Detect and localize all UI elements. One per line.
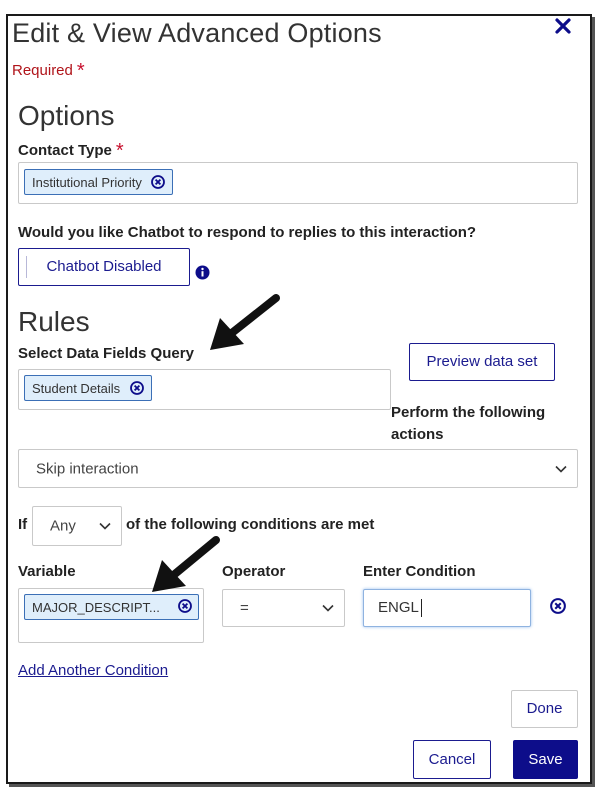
match-type-value: Any bbox=[50, 517, 76, 535]
variable-chip-label: MAJOR_DESCRIPT... bbox=[32, 600, 160, 615]
annotation-arrow-icon bbox=[152, 536, 220, 592]
remove-chip-icon[interactable] bbox=[178, 599, 192, 613]
action-select[interactable]: Skip interaction bbox=[18, 449, 578, 488]
chatbot-question: Would you like Chatbot to respond to rep… bbox=[18, 224, 477, 241]
conditions-text: of the following conditions are met bbox=[126, 516, 375, 533]
query-chip-label: Student Details bbox=[32, 381, 121, 396]
contact-type-field[interactable]: Institutional Priority bbox=[18, 162, 578, 204]
required-star: * bbox=[76, 60, 85, 82]
required-label: Required bbox=[12, 62, 73, 79]
cancel-button[interactable]: Cancel bbox=[413, 740, 491, 779]
toggle-divider bbox=[26, 256, 27, 278]
perform-actions-label: Perform the following actions bbox=[391, 404, 546, 443]
query-label: Select Data Fields Query bbox=[18, 345, 194, 362]
required-note: Required * bbox=[12, 58, 85, 82]
action-select-value: Skip interaction bbox=[36, 460, 139, 477]
remove-chip-icon[interactable] bbox=[151, 174, 166, 189]
close-icon[interactable] bbox=[553, 16, 573, 36]
remove-chip-icon[interactable] bbox=[129, 380, 144, 395]
variable-field[interactable]: MAJOR_DESCRIPT... bbox=[18, 588, 204, 643]
text-cursor bbox=[421, 599, 422, 617]
preview-data-set-button[interactable]: Preview data set bbox=[409, 343, 555, 381]
contact-type-label: Contact Type * bbox=[18, 138, 124, 162]
add-condition-link[interactable]: Add Another Condition bbox=[18, 662, 168, 679]
options-heading: Options bbox=[18, 100, 115, 131]
contact-type-required-star: * bbox=[115, 140, 124, 162]
chevron-down-icon bbox=[322, 604, 334, 612]
chatbot-toggle-button[interactable]: Chatbot Disabled bbox=[18, 248, 190, 286]
contact-type-chip-label: Institutional Priority bbox=[32, 175, 142, 190]
match-type-select[interactable]: Any bbox=[32, 506, 122, 546]
operator-label: Operator bbox=[222, 563, 286, 580]
variable-label: Variable bbox=[18, 563, 76, 580]
variable-chip: MAJOR_DESCRIPT... bbox=[24, 594, 199, 620]
if-label: If bbox=[18, 516, 28, 533]
condition-input-value: ENGL bbox=[378, 599, 419, 616]
query-chip: Student Details bbox=[24, 375, 152, 401]
remove-condition-icon[interactable] bbox=[550, 598, 566, 614]
info-icon[interactable] bbox=[195, 265, 210, 280]
chevron-down-icon bbox=[99, 522, 111, 530]
operator-value: = bbox=[240, 599, 249, 617]
contact-type-chip: Institutional Priority bbox=[24, 169, 174, 195]
save-button[interactable]: Save bbox=[513, 740, 578, 779]
data-fields-query-field[interactable]: Student Details bbox=[18, 369, 391, 410]
chevron-down-icon bbox=[555, 465, 567, 473]
contact-type-label-text: Contact Type bbox=[18, 142, 112, 159]
done-button[interactable]: Done bbox=[511, 690, 578, 728]
condition-label: Enter Condition bbox=[363, 563, 476, 580]
chatbot-toggle-label: Chatbot Disabled bbox=[46, 258, 162, 275]
rules-heading: Rules bbox=[18, 306, 90, 337]
operator-select[interactable]: = bbox=[222, 589, 345, 627]
annotation-arrow-icon bbox=[210, 294, 280, 350]
dialog-title: Edit & View Advanced Options bbox=[12, 18, 382, 48]
condition-input[interactable]: ENGL bbox=[363, 589, 531, 627]
